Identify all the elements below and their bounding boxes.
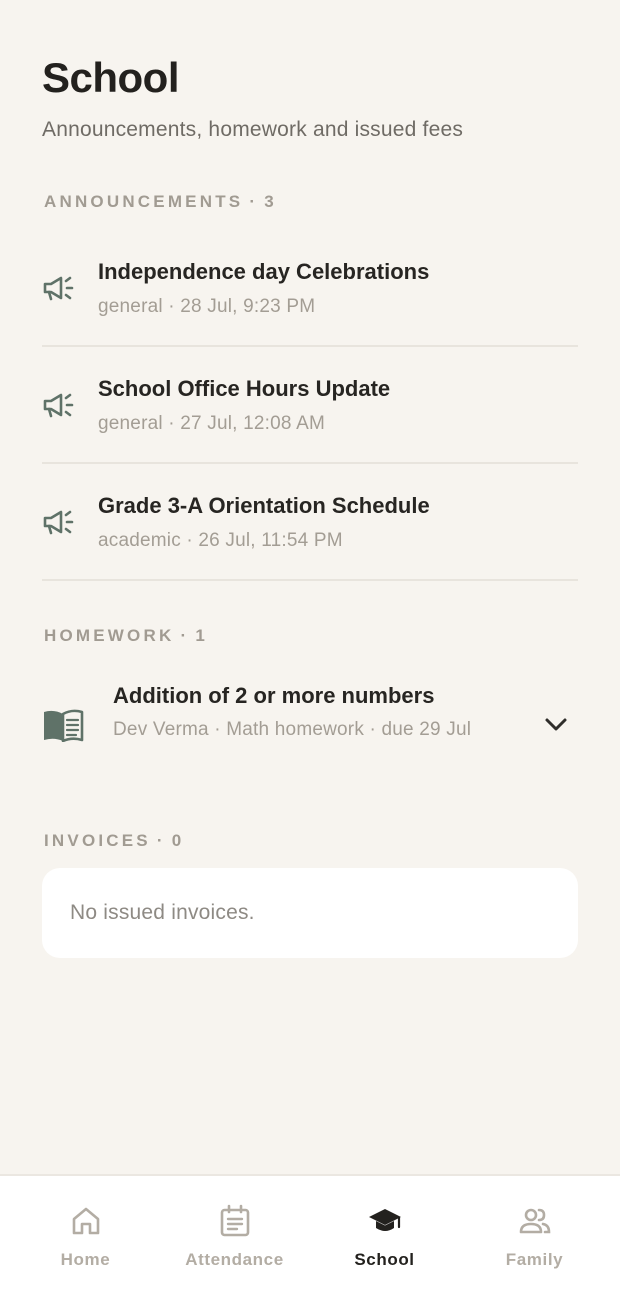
announcement-item[interactable]: Grade 3-A Orientation Schedule academic … [42, 464, 578, 581]
chevron-down-icon[interactable] [542, 712, 570, 736]
homework-count: 1 [195, 626, 208, 645]
announcement-meta: general · 28 Jul, 9:23 PM [98, 296, 316, 317]
announcement-meta: academic · 26 Jul, 11:54 PM [98, 530, 343, 551]
graduation-cap-icon [368, 1209, 401, 1231]
home-icon [72, 1207, 99, 1235]
invoices-card: No issued invoices. [42, 868, 578, 958]
nav-item-family[interactable]: Family [457, 1176, 612, 1308]
invoices-count: 0 [171, 831, 185, 850]
label-separator: · [180, 626, 190, 645]
page-title: School [42, 54, 180, 101]
bottom-nav: Home Attendance School Family [0, 1174, 620, 1308]
megaphone-icon [43, 393, 74, 418]
megaphone-icon [43, 510, 74, 535]
nav-label-home: Home [60, 1250, 111, 1269]
announcements-label: ANNOUNCEMENTS [44, 192, 244, 211]
invoices-section-label: INVOICES · 0 [44, 831, 184, 851]
page-subtitle: Announcements, homework and issued fees [42, 118, 464, 141]
nav-label-school: School [354, 1250, 415, 1269]
label-separator: · [249, 192, 259, 211]
label-separator: · [156, 831, 166, 850]
book-icon [44, 709, 84, 742]
nav-label-attendance: Attendance [185, 1250, 284, 1269]
announcement-meta: general · 27 Jul, 12:08 AM [98, 413, 326, 434]
homework-section-label: HOMEWORK · 1 [44, 626, 208, 646]
homework-label: HOMEWORK [44, 626, 175, 645]
announcements-count: 3 [264, 192, 277, 211]
homework-title: Addition of 2 or more numbers [113, 683, 435, 708]
announcements-list: Independence day Celebrations general · … [42, 230, 578, 581]
nav-item-school[interactable]: School [307, 1176, 462, 1308]
announcements-section-label: ANNOUNCEMENTS · 3 [44, 192, 277, 212]
nav-label-family: Family [505, 1250, 564, 1269]
nav-item-attendance[interactable]: Attendance [157, 1176, 312, 1308]
announcement-item[interactable]: School Office Hours Update general · 27 … [42, 347, 578, 464]
nav-item-home[interactable]: Home [8, 1176, 163, 1308]
invoices-empty-text: No issued invoices. [70, 901, 255, 924]
invoices-label: INVOICES [44, 831, 151, 850]
announcement-title: Independence day Celebrations [98, 259, 430, 284]
calendar-icon [220, 1204, 249, 1237]
school-screen: School Announcements, homework and issue… [0, 0, 620, 1308]
announcement-title: Grade 3-A Orientation Schedule [98, 493, 430, 518]
homework-item[interactable]: Addition of 2 or more numbers Dev Verma … [42, 668, 578, 778]
announcement-title: School Office Hours Update [98, 376, 391, 401]
people-icon [519, 1208, 550, 1234]
homework-meta: Dev Verma · Math homework · due 29 Jul [113, 719, 472, 740]
megaphone-icon [43, 276, 74, 301]
announcement-item[interactable]: Independence day Celebrations general · … [42, 230, 578, 347]
